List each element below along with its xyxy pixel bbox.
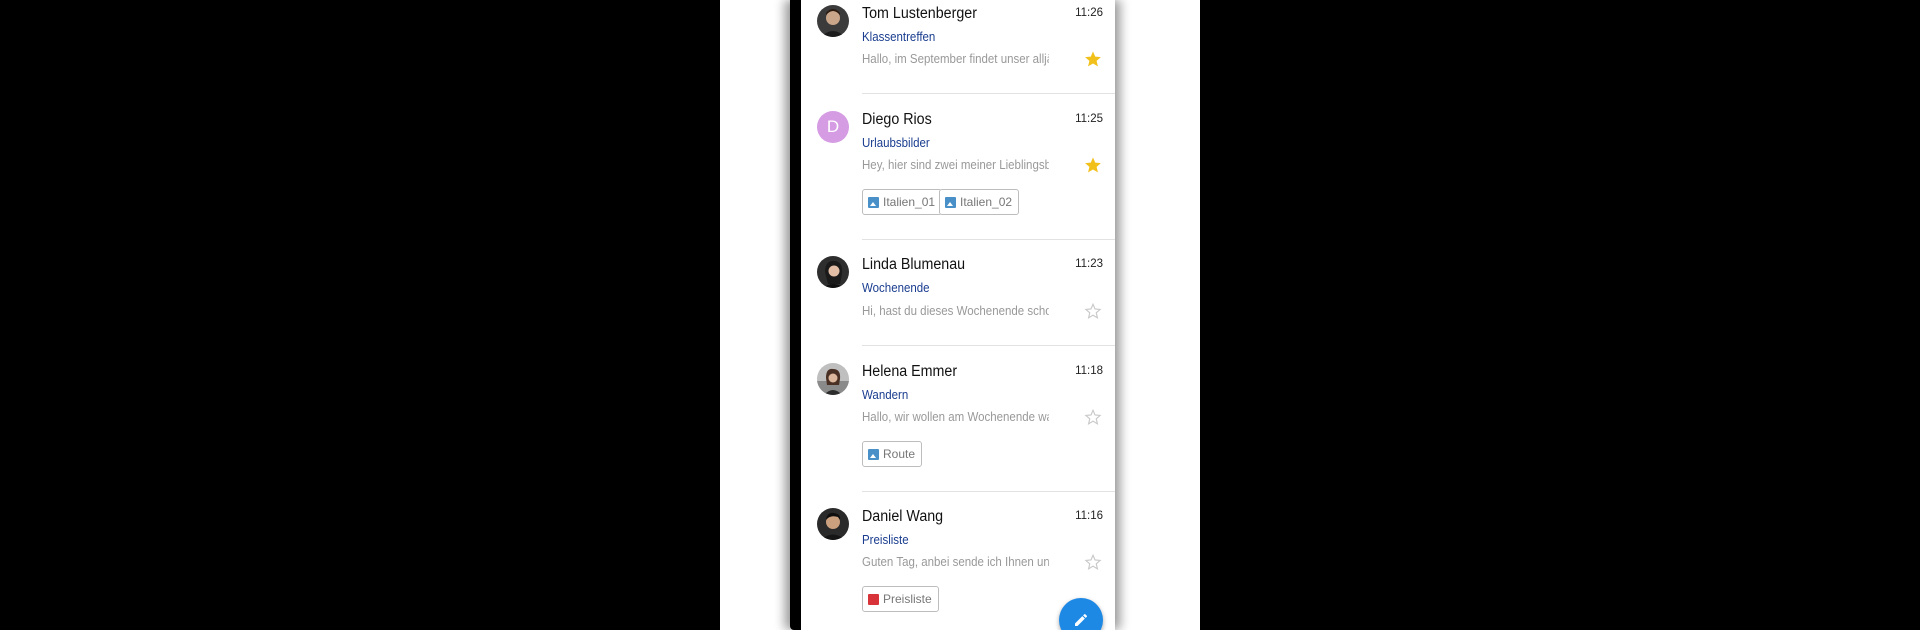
star-icon[interactable] bbox=[1084, 50, 1102, 68]
email-time: 11:23 bbox=[1075, 258, 1103, 270]
email-subject: Klassentreffen bbox=[862, 30, 936, 44]
email-time: 11:16 bbox=[1075, 510, 1103, 522]
email-list-screen: Tom Lustenberger 11:26 Klassentreffen Ha… bbox=[801, 0, 1115, 630]
email-preview: Hey, hier sind zwei meiner Lieblingsbild… bbox=[862, 158, 1049, 172]
image-icon bbox=[868, 448, 879, 460]
email-preview: Hi, hast du dieses Wochenende schon etwa… bbox=[862, 304, 1049, 318]
email-sender: Diego Rios bbox=[862, 111, 932, 128]
email-item[interactable]: Helena Emmer 11:18 Wandern Hallo, wir wo… bbox=[801, 346, 1115, 492]
email-sender: Linda Blumenau bbox=[862, 256, 966, 273]
email-sender: Daniel Wang bbox=[862, 508, 944, 525]
pencil-icon bbox=[1075, 613, 1088, 626]
email-item[interactable]: D Diego Rios 11:25 Urlaubsbilder Hey, hi… bbox=[801, 94, 1115, 240]
email-item[interactable]: Tom Lustenberger 11:26 Klassentreffen Ha… bbox=[801, 0, 1115, 94]
email-subject: Urlaubsbilder bbox=[862, 136, 930, 150]
email-time: 11:25 bbox=[1075, 113, 1103, 125]
avatar bbox=[817, 256, 849, 288]
avatar: D bbox=[817, 111, 849, 143]
avatar bbox=[817, 5, 849, 37]
star-outline-icon[interactable] bbox=[1084, 553, 1102, 571]
email-time: 11:18 bbox=[1075, 365, 1103, 377]
email-sender: Tom Lustenberger bbox=[862, 5, 977, 22]
attachment-chip[interactable]: Preisliste bbox=[862, 586, 939, 612]
email-subject: Wandern bbox=[862, 388, 909, 402]
attachment-chip[interactable]: Italien_01 bbox=[862, 189, 943, 215]
image-icon bbox=[945, 196, 956, 208]
attachment-chip[interactable]: Route bbox=[862, 441, 923, 467]
star-outline-icon[interactable] bbox=[1084, 302, 1102, 320]
email-time: 11:26 bbox=[1075, 7, 1103, 19]
email-subject: Preisliste bbox=[862, 533, 909, 547]
email-subject: Wochenende bbox=[862, 281, 930, 295]
pdf-icon bbox=[868, 593, 879, 605]
avatar bbox=[817, 363, 849, 395]
attachment-label: Italien_01 bbox=[883, 195, 936, 209]
attachment-label: Italien_02 bbox=[960, 195, 1013, 209]
attachment-chip[interactable]: Italien_02 bbox=[939, 189, 1020, 215]
email-sender: Helena Emmer bbox=[862, 363, 958, 380]
star-icon[interactable] bbox=[1084, 156, 1102, 174]
avatar bbox=[817, 508, 849, 540]
email-preview: Hallo, im September findet unser alljähr… bbox=[862, 52, 1049, 66]
attachment-label: Preisliste bbox=[883, 592, 932, 606]
email-preview: Hallo, wir wollen am Wochenende wandern … bbox=[862, 410, 1049, 424]
email-item[interactable]: Linda Blumenau 11:23 Wochenende Hi, hast… bbox=[801, 240, 1115, 346]
star-outline-icon[interactable] bbox=[1084, 408, 1102, 426]
image-icon bbox=[868, 196, 879, 208]
attachment-label: Route bbox=[883, 447, 916, 461]
email-preview: Guten Tag, anbei sende ich Ihnen unsere bbox=[862, 555, 1049, 569]
